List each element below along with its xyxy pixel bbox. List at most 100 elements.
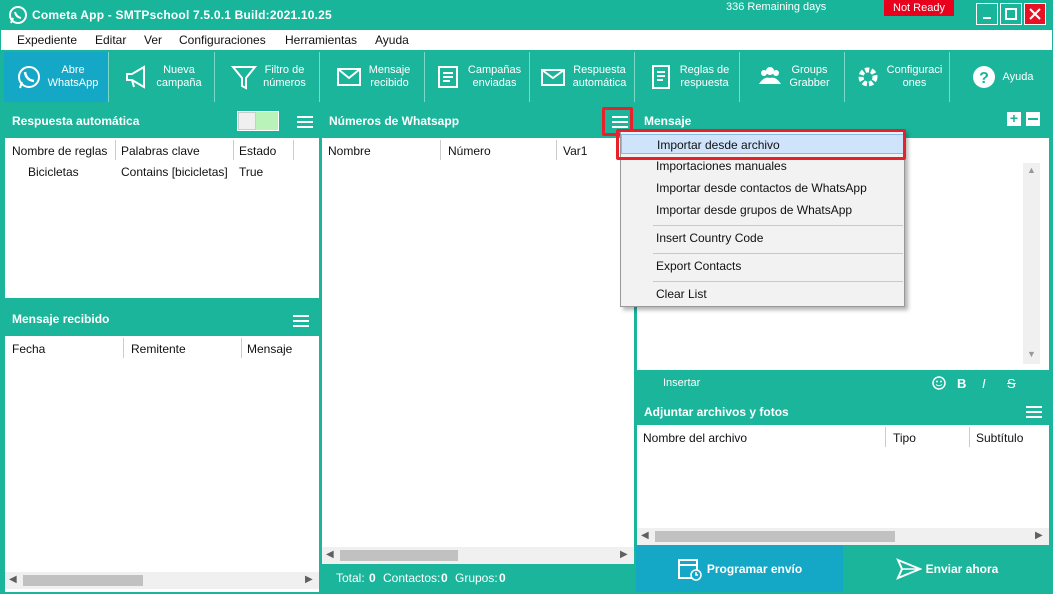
- menu-configuraciones[interactable]: Configuraciones: [179, 33, 266, 47]
- toolbar-label: Configuraci ones: [886, 64, 943, 89]
- send-now-label: Enviar ahora: [925, 561, 999, 576]
- calendar-clock-icon: [677, 558, 702, 581]
- menu-ayuda[interactable]: Ayuda: [375, 33, 409, 47]
- auto-reply-icon: [540, 69, 565, 86]
- toolbar-groups-grabber-button[interactable]: Groups Grabber: [741, 52, 845, 102]
- column-header[interactable]: Nombre: [328, 144, 371, 158]
- table-row[interactable]: Bicicletas Contains [bicicletas] True: [5, 162, 305, 180]
- toolbar-label: Mensaje recibido: [368, 64, 411, 89]
- strike-button[interactable]: S: [1007, 376, 1016, 391]
- toolbar-label: Reglas de respuesta: [679, 64, 730, 89]
- toolbar-nueva-campana-button[interactable]: Nueva campaña: [110, 52, 215, 102]
- maximize-button[interactable]: [1000, 3, 1022, 25]
- contacts-label: Contactos:: [383, 571, 441, 585]
- toolbar-abre-whatsapp-button[interactable]: Abre WhatsApp: [4, 52, 109, 102]
- received-title: Mensaje recibido: [12, 312, 110, 326]
- add-icon[interactable]: +: [1007, 111, 1021, 126]
- schedule-send-label: Programar envío: [706, 561, 803, 576]
- minimize-icon: [983, 17, 991, 19]
- column-header[interactable]: Número: [448, 144, 491, 158]
- toolbar-campanas-enviadas-button[interactable]: Campañas enviadas: [426, 52, 530, 102]
- attachments-scrollbar[interactable]: ◀ ▶: [637, 528, 1049, 545]
- menu-expediente[interactable]: Expediente: [17, 33, 77, 47]
- attachments-table: Nombre del archivo Tipo Subtítulo ◀ ▶: [637, 425, 1049, 545]
- menu-item-clear-list[interactable]: Clear List: [621, 284, 904, 304]
- numbers-scrollbar[interactable]: ◀ ▶: [322, 547, 634, 564]
- total-value: 0: [369, 571, 376, 585]
- message-scrollbar[interactable]: ▲ ▼: [1023, 163, 1040, 364]
- numbers-header: Números de Whatsapp: [321, 104, 634, 138]
- toolbar-mensaje-recibido-button[interactable]: Mensaje recibido: [321, 52, 425, 102]
- menu-ver[interactable]: Ver: [144, 33, 162, 47]
- column-header[interactable]: Estado: [239, 144, 276, 158]
- table-cell: Bicicletas: [28, 165, 79, 179]
- svg-text:?: ?: [979, 70, 989, 87]
- filter-icon: [230, 66, 258, 90]
- toolbar-reglas-button[interactable]: Reglas de respuesta: [636, 52, 740, 102]
- column-header[interactable]: Mensaje: [247, 342, 292, 356]
- menu-divider: [653, 253, 903, 254]
- groups-icon: [759, 67, 782, 84]
- menu-item-import-contacts[interactable]: Importar desde contactos de WhatsApp: [621, 178, 904, 198]
- received-header: Mensaje recibido: [4, 302, 319, 336]
- column-header[interactable]: Nombre de reglas: [12, 144, 107, 158]
- window-title: Cometa App - SMTPschool 7.5.0.1 Build:20…: [32, 8, 332, 22]
- column-header[interactable]: Subtítulo: [976, 431, 1023, 445]
- menu-item-export-contacts[interactable]: Export Contacts: [621, 256, 904, 276]
- close-button[interactable]: [1024, 3, 1046, 25]
- menu-item-import-groups[interactable]: Importar desde grupos de WhatsApp: [621, 200, 904, 220]
- auto-reply-header: Respuesta automática: [4, 104, 319, 138]
- whatsapp-icon: [17, 66, 40, 89]
- contacts-value: 0: [441, 571, 448, 585]
- received-table: Fecha Remitente Mensaje ◀ ▶: [5, 336, 319, 592]
- minimize-button[interactable]: [976, 3, 998, 25]
- remaining-days: 336 Remaining days: [726, 1, 827, 13]
- toolbar: Abre WhatsApp Nueva campaña Filtro de nú…: [0, 50, 1053, 103]
- toolbar-label: Campañas enviadas: [467, 64, 522, 89]
- column-header[interactable]: Fecha: [12, 342, 45, 356]
- column-header[interactable]: Palabras clave: [121, 144, 200, 158]
- column-header[interactable]: Remitente: [131, 342, 186, 356]
- toolbar-label: Filtro de números: [263, 64, 306, 89]
- toolbar-label: Ayuda: [1002, 70, 1034, 83]
- remove-icon[interactable]: [1026, 112, 1040, 126]
- attachments-menu-icon[interactable]: [1026, 406, 1042, 418]
- column-header[interactable]: Nombre del archivo: [643, 431, 747, 445]
- total-label: Total:: [336, 571, 365, 585]
- auto-reply-table: Nombre de reglas Palabras clave Estado B…: [5, 138, 319, 298]
- import-item-highlight: [616, 129, 906, 160]
- emoji-icon[interactable]: [932, 376, 946, 390]
- menu-editar[interactable]: Editar: [95, 33, 126, 47]
- toolbar-configuraciones-button[interactable]: Configuraci ones: [846, 52, 950, 102]
- received-scrollbar[interactable]: ◀ ▶: [5, 572, 319, 589]
- campaigns-icon: [437, 66, 458, 88]
- schedule-send-button[interactable]: Programar envío: [636, 545, 843, 592]
- auto-reply-toggle[interactable]: [237, 111, 279, 131]
- toolbar-ayuda-button[interactable]: ? Ayuda: [951, 52, 1051, 102]
- toolbar-respuesta-automatica-button[interactable]: Respuesta automática: [531, 52, 635, 102]
- message-toolbar: Insertar B I S: [636, 372, 1049, 396]
- menu-item-country-code[interactable]: Insert Country Code: [621, 228, 904, 248]
- toolbar-label: Respuesta automática: [572, 64, 627, 89]
- insert-button[interactable]: Insertar: [663, 377, 700, 389]
- gear-icon: [858, 67, 878, 87]
- bold-button[interactable]: B: [957, 376, 966, 391]
- send-now-button[interactable]: Enviar ahora: [845, 545, 1049, 592]
- mail-icon: [336, 68, 361, 86]
- attachments-title: Adjuntar archivos y fotos: [644, 405, 789, 419]
- italic-button[interactable]: I: [982, 376, 986, 391]
- table-cell: True: [239, 165, 264, 179]
- menu-divider: [653, 225, 903, 226]
- help-icon: ?: [972, 66, 995, 88]
- status-badge: Not Ready: [884, 0, 954, 16]
- column-header[interactable]: Var1: [563, 144, 587, 158]
- column-header[interactable]: Tipo: [893, 431, 916, 445]
- auto-reply-menu-icon[interactable]: [297, 116, 313, 128]
- numbers-footer: Total: 0 Contactos: 0 Grupos: 0: [321, 566, 634, 592]
- send-icon: [895, 557, 922, 580]
- received-menu-icon[interactable]: [293, 315, 309, 327]
- toolbar-label: Groups Grabber: [789, 64, 830, 89]
- menu-herramientas[interactable]: Herramientas: [285, 33, 357, 47]
- toolbar-label: Abre WhatsApp: [47, 64, 99, 89]
- toolbar-filtro-button[interactable]: Filtro de números: [216, 52, 320, 102]
